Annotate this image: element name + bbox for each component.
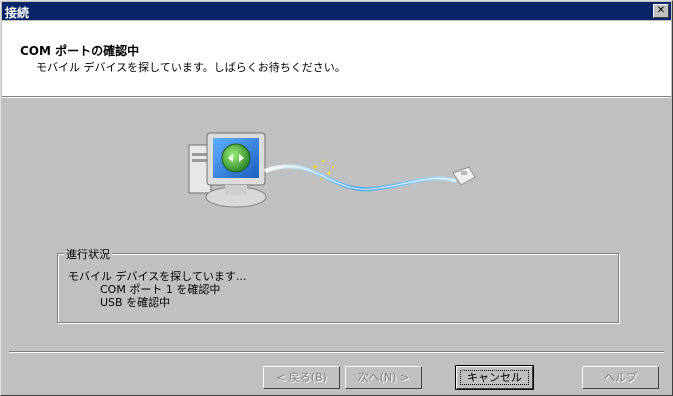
status-line: USB を確認中 [100,296,171,309]
progress-legend: 進行状況 [64,246,112,262]
separator [9,352,664,353]
title-bar[interactable]: 接続 ✕ [2,2,671,20]
wizard-window: 接続 ✕ COM ポートの確認中 モバイル デバイスを探しています。しばらくお待… [0,0,673,396]
cancel-button[interactable]: キャンセル [455,365,534,390]
mobile-device-icon [452,166,476,186]
help-button[interactable]: ヘルプ [582,366,659,389]
progress-groupbox: 進行状況 モバイル デバイスを探しています... COM ポート 1 を確認中 … [57,246,619,323]
page-title: COM ポートの確認中 [20,44,140,58]
window-title: 接続 [5,6,30,20]
close-button[interactable]: ✕ [653,4,669,18]
cancel-button-label: キャンセル [460,370,529,385]
next-button[interactable]: 次へ(N) > [345,366,422,389]
connection-illustration [188,132,476,208]
back-button[interactable]: < 戻る(B) [263,366,340,389]
computer-icon [188,132,267,208]
wizard-header: COM ポートの確認中 モバイル デバイスを探しています。しばらくお待ちください… [2,21,671,98]
close-icon: ✕ [656,5,666,16]
page-subtitle: モバイル デバイスを探しています。しばらくお待ちください。 [36,61,346,74]
